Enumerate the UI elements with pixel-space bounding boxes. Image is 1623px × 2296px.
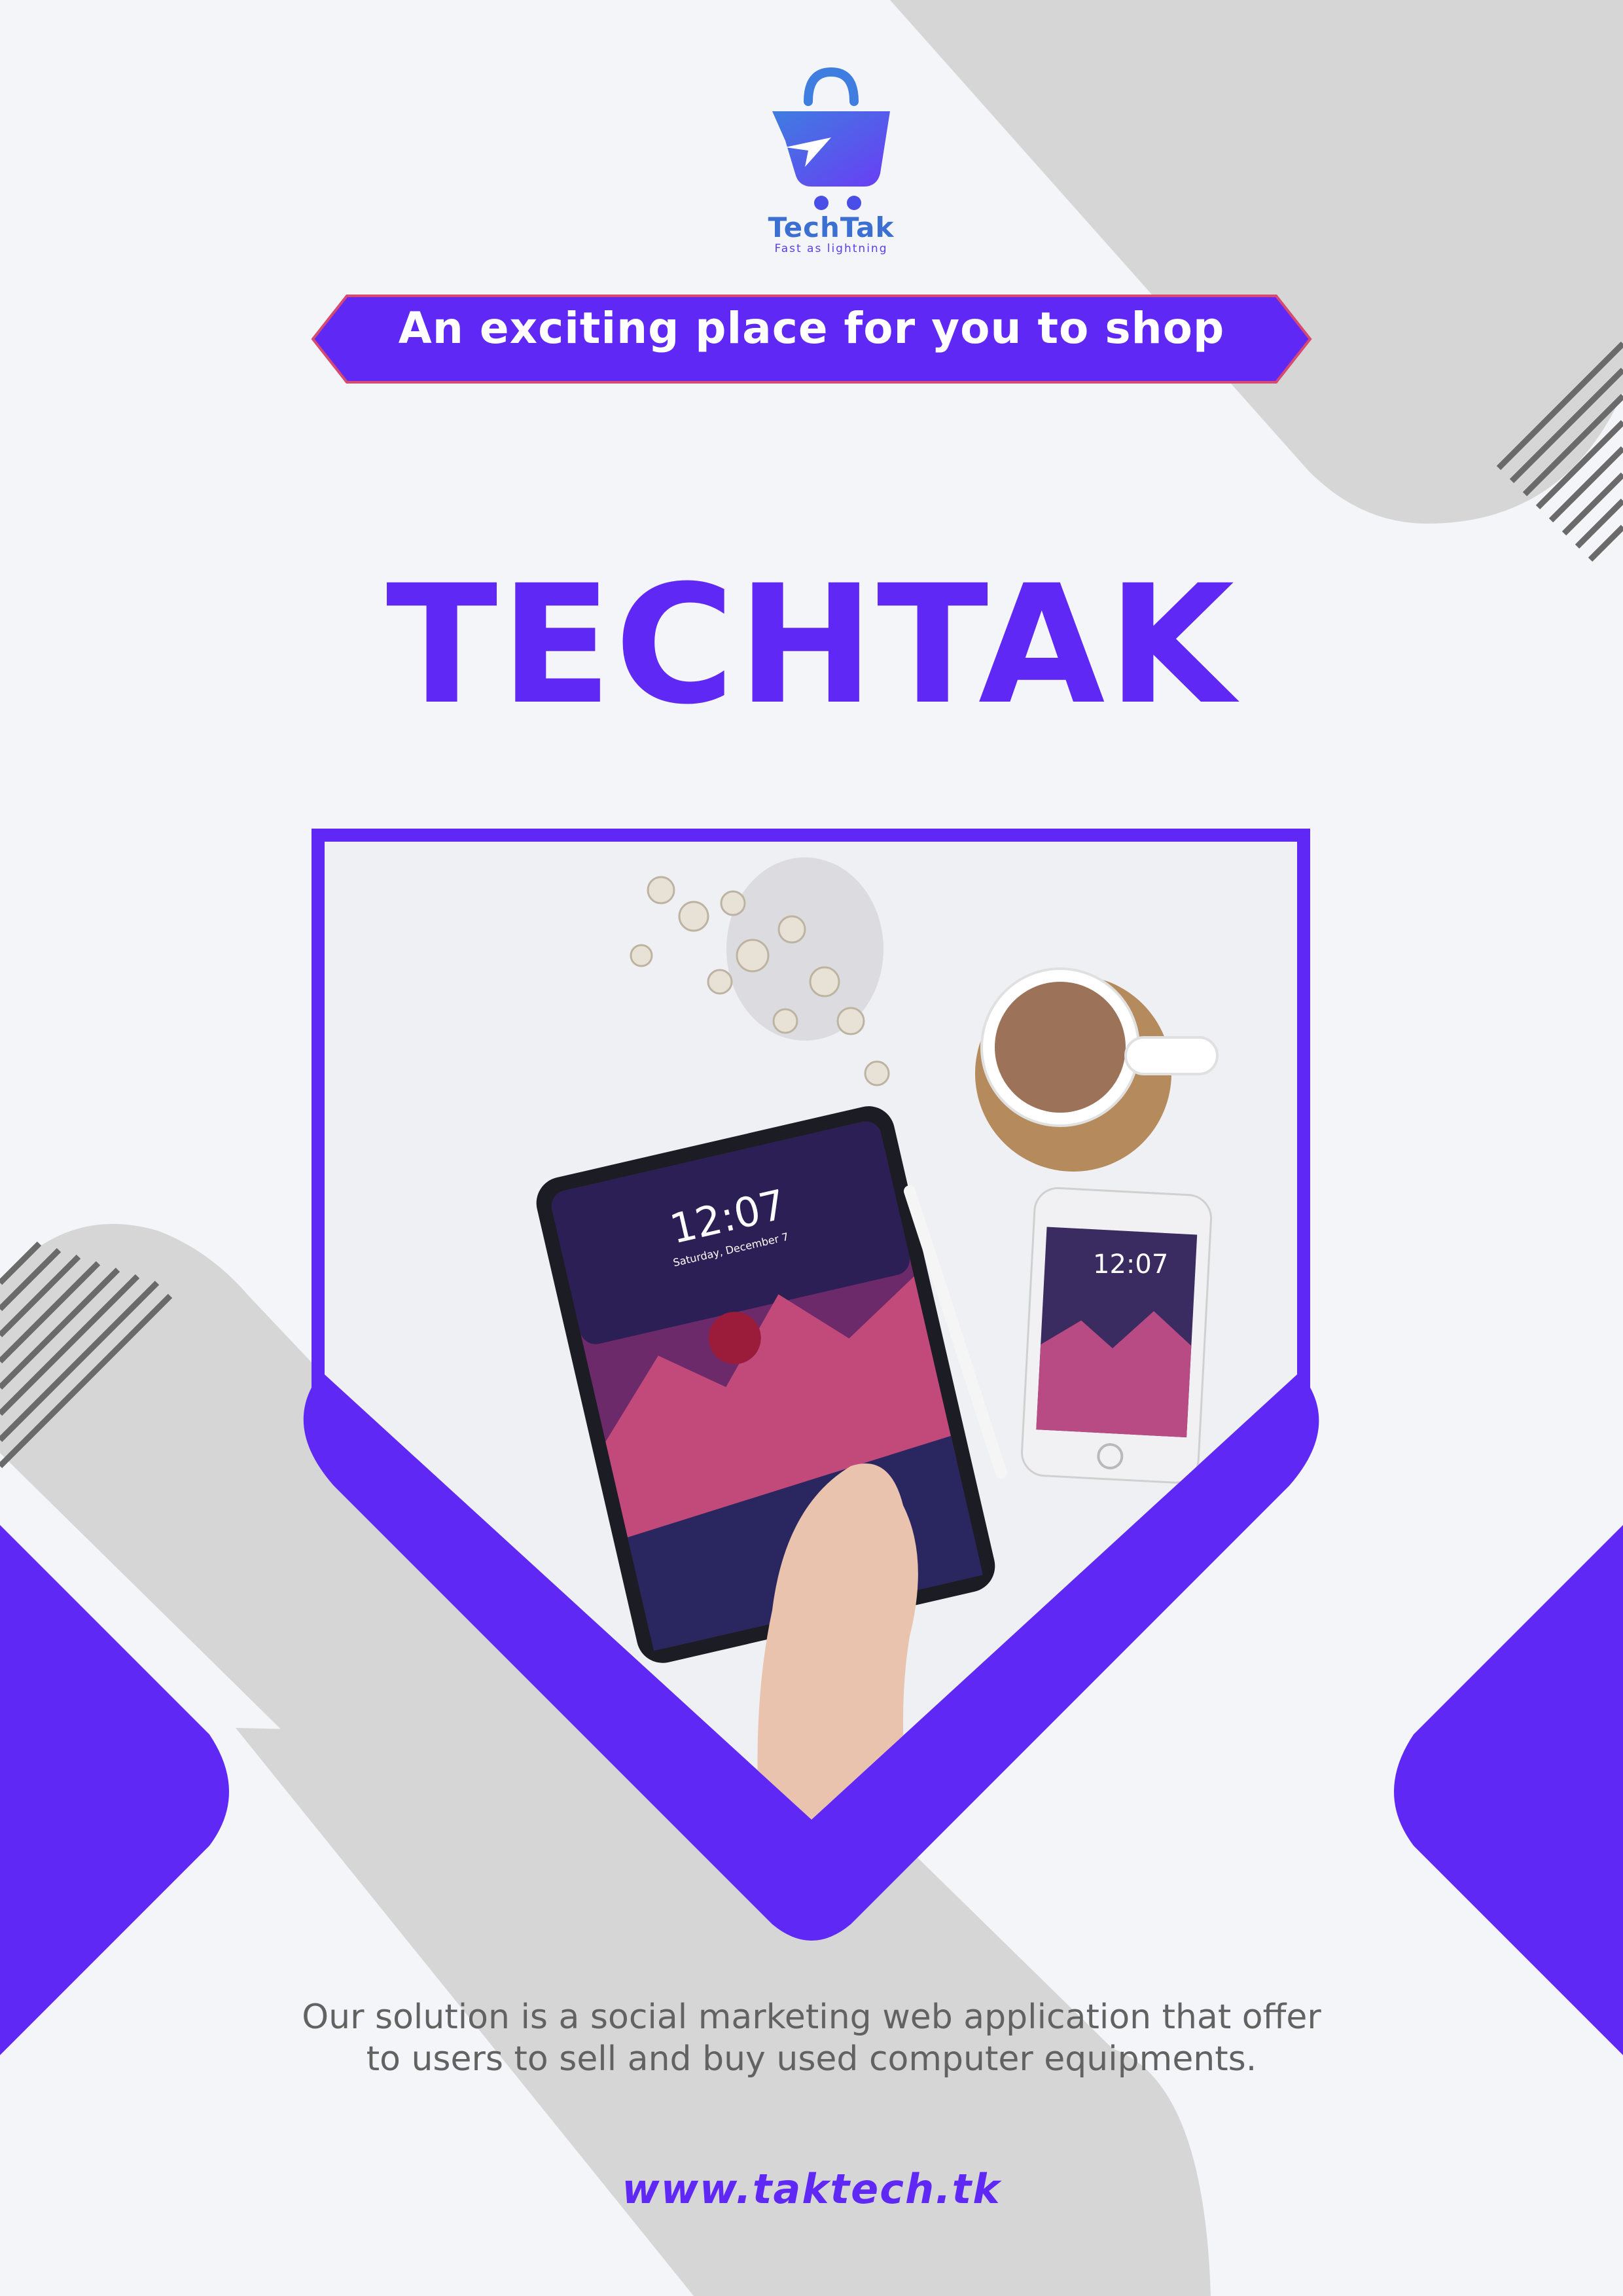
phone-time: 12:07	[1093, 1249, 1168, 1280]
brand-name: TechTak	[768, 211, 895, 243]
brand-logo: TechTak Fast as lightning	[746, 62, 916, 255]
description-line-2: to users to sell and buy used computer e…	[366, 2039, 1257, 2079]
description: Our solution is a social marketing web a…	[196, 1996, 1427, 2080]
top-right-gray-shape	[877, 0, 1623, 524]
brand-tagline: Fast as lightning	[774, 242, 888, 255]
shopping-bag-cart-icon	[772, 67, 890, 210]
website-url[interactable]: www.taktech.tk	[484, 2165, 1139, 2213]
cup-handle	[1124, 1036, 1219, 1075]
headline: TECHTAK	[385, 550, 1238, 740]
right-purple-diamond	[1394, 1525, 1623, 2055]
coffee	[995, 982, 1126, 1113]
banner-text: An exciting place for you to shop	[398, 303, 1225, 353]
phone	[1021, 1187, 1213, 1484]
description-line-1: Our solution is a social marketing web a…	[302, 1998, 1321, 2037]
